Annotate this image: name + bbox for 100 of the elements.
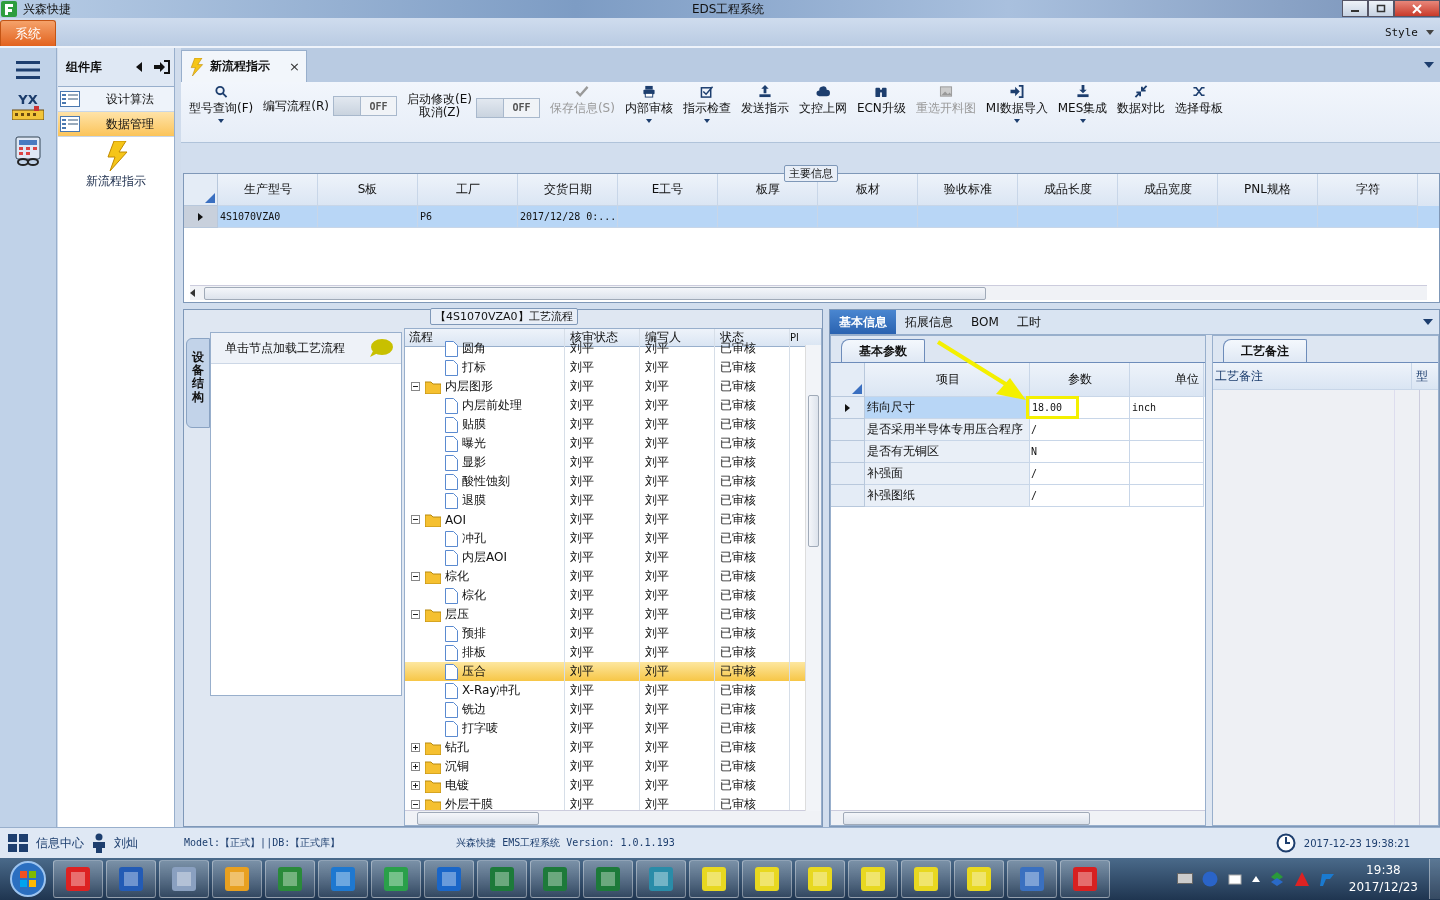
- taskbar-app-button[interactable]: [848, 860, 898, 898]
- taskbar-app-button[interactable]: [106, 860, 156, 898]
- caret-icon[interactable]: [1426, 29, 1434, 35]
- tab-close-button[interactable]: ×: [289, 59, 300, 74]
- toolbar-button[interactable]: 文控上网: [794, 82, 851, 117]
- table-row[interactable]: 是否采用半导体专用压合程序 /: [831, 419, 1205, 441]
- table-row[interactable]: 4S1070VZA0 P6 2017/12/28 0:...: [184, 206, 1439, 228]
- taskbar-app-button[interactable]: [265, 860, 315, 898]
- tree-row[interactable]: 显影 刘平 刘平 已审核: [405, 453, 805, 472]
- taskbar-app-button[interactable]: [212, 860, 262, 898]
- expand-icon[interactable]: [411, 743, 420, 752]
- start-button[interactable]: [9, 860, 47, 898]
- tree-row[interactable]: 冲孔 刘平 刘平 已审核: [405, 529, 805, 548]
- tree-row[interactable]: 内层前处理 刘平 刘平 已审核: [405, 396, 805, 415]
- minimize-button[interactable]: [1342, 0, 1368, 17]
- taskbar-app-button[interactable]: [1007, 860, 1057, 898]
- tree-row[interactable]: 内层AOI 刘平 刘平 已审核: [405, 548, 805, 567]
- tree-row[interactable]: AOI 刘平 刘平 已审核: [405, 510, 805, 529]
- taskbar-app-button[interactable]: [583, 860, 633, 898]
- table-row[interactable]: 补强面 /: [831, 463, 1205, 485]
- panel-tab[interactable]: 工艺备注: [1223, 339, 1307, 362]
- grid-icon[interactable]: [8, 834, 28, 852]
- taskbar-app-button[interactable]: [954, 860, 1004, 898]
- component-item[interactable]: 设计算法: [58, 87, 174, 112]
- show-hidden-icon[interactable]: [1251, 876, 1260, 882]
- taskbar-app-button[interactable]: [901, 860, 951, 898]
- info-center-link[interactable]: 信息中心: [36, 834, 84, 852]
- taskbar-app-button[interactable]: [742, 860, 792, 898]
- detail-tab[interactable]: BOM: [962, 310, 1008, 334]
- toolbar-button[interactable]: 型号查询(F): [185, 82, 258, 123]
- tree-row[interactable]: 铣边 刘平 刘平 已审核: [405, 700, 805, 719]
- table-row[interactable]: 是否有无铜区 N: [831, 441, 1205, 463]
- taskbar-app-button[interactable]: [530, 860, 580, 898]
- tree-row[interactable]: 电镀 刘平 刘平 已审核: [405, 776, 805, 795]
- taskbar-app-button[interactable]: [795, 860, 845, 898]
- toolbar-button[interactable]: MI数据导入: [981, 82, 1052, 123]
- lightning-icon[interactable]: [104, 141, 128, 171]
- tree-row[interactable]: 退膜 刘平 刘平 已审核: [405, 491, 805, 510]
- dropdown-icon[interactable]: [1424, 62, 1434, 68]
- factory-logo[interactable]: YX: [11, 94, 45, 120]
- taskbar-app-button[interactable]: [371, 860, 421, 898]
- toolbar-button[interactable]: 内部审核: [620, 82, 677, 123]
- tree-row[interactable]: 酸性蚀刻 刘平 刘平 已审核: [405, 472, 805, 491]
- expand-icon[interactable]: [411, 762, 420, 771]
- tree-row[interactable]: 沉铜 刘平 刘平 已审核: [405, 757, 805, 776]
- calculator-icon[interactable]: [14, 136, 42, 166]
- horizontal-scrollbar[interactable]: [190, 285, 1427, 300]
- panel-tab[interactable]: 基本参数: [841, 339, 925, 362]
- style-label[interactable]: Style: [1384, 25, 1418, 39]
- horizontal-scrollbar[interactable]: [831, 810, 1205, 825]
- collapse-icon[interactable]: [136, 62, 142, 72]
- tree-row[interactable]: 钻孔 刘平 刘平 已审核: [405, 738, 805, 757]
- toggle-switch[interactable]: OFF: [475, 97, 540, 118]
- document-tab[interactable]: 新流程指示 ×: [181, 50, 307, 82]
- dropdown-icon[interactable]: [1423, 319, 1433, 325]
- toolbar-button[interactable]: ECN升级: [852, 82, 910, 117]
- table-row[interactable]: 纬向尺寸 18.00 inch: [831, 397, 1205, 419]
- collapse-icon[interactable]: [411, 572, 420, 581]
- tree-row[interactable]: X-Ray冲孔 刘平 刘平 已审核: [405, 681, 805, 700]
- shortcut-label[interactable]: 新流程指示: [86, 173, 146, 190]
- tree-row[interactable]: 预排 刘平 刘平 已审核: [405, 624, 805, 643]
- taskbar-app-button[interactable]: [53, 860, 103, 898]
- taskbar-app-button[interactable]: [636, 860, 686, 898]
- taskbar-app-button[interactable]: [318, 860, 368, 898]
- expand-icon[interactable]: [411, 781, 420, 790]
- table-row[interactable]: 补强图纸 /: [831, 485, 1205, 507]
- sign-in-icon[interactable]: [154, 60, 170, 74]
- column-header[interactable]: 工艺备注: [1213, 363, 1412, 389]
- component-item[interactable]: 数据管理: [58, 112, 174, 137]
- taskbar-app-button[interactable]: [159, 860, 209, 898]
- toolbar-button[interactable]: 数据对比: [1113, 82, 1170, 117]
- corner-triangle-icon[interactable]: [205, 193, 215, 203]
- tree-row[interactable]: 压合 刘平 刘平 已审核: [405, 662, 805, 681]
- side-tab[interactable]: 设备结构: [186, 338, 210, 428]
- menu-icon[interactable]: [16, 60, 40, 80]
- close-button[interactable]: [1394, 0, 1440, 17]
- taskbar-app-button[interactable]: [689, 860, 739, 898]
- toolbar-button[interactable]: 发送指示: [736, 82, 793, 117]
- toolbar-button[interactable]: 指示检查: [678, 82, 735, 123]
- detail-tab[interactable]: 拓展信息: [896, 310, 962, 334]
- collapse-icon[interactable]: [411, 382, 420, 391]
- detail-tab[interactable]: 工时: [1007, 310, 1050, 334]
- toolbar-button[interactable]: 选择母板: [1171, 82, 1228, 117]
- maximize-button[interactable]: [1368, 0, 1394, 17]
- taskbar-app-button[interactable]: [477, 860, 527, 898]
- tree-row[interactable]: 棕化 刘平 刘平 已审核: [405, 567, 805, 586]
- taskbar-app-button[interactable]: [424, 860, 474, 898]
- corner-triangle-icon[interactable]: [852, 384, 862, 394]
- detail-tab[interactable]: 基本信息: [830, 310, 896, 334]
- column-header[interactable]: Pl: [790, 329, 807, 346]
- toggle-switch[interactable]: OFF: [332, 96, 397, 116]
- tree-row[interactable]: 曝光 刘平 刘平 已审核: [405, 434, 805, 453]
- tree-row[interactable]: 棕化 刘平 刘平 已审核: [405, 586, 805, 605]
- tree-row[interactable]: 打字唛 刘平 刘平 已审核: [405, 719, 805, 738]
- keyboard-icon[interactable]: [1176, 873, 1193, 885]
- horizontal-scrollbar[interactable]: [405, 810, 821, 825]
- tree-row[interactable]: 层压 刘平 刘平 已审核: [405, 605, 805, 624]
- vertical-scrollbar[interactable]: [805, 345, 821, 811]
- tree-row[interactable]: 贴膜 刘平 刘平 已审核: [405, 415, 805, 434]
- toolbar-button[interactable]: MES集成: [1053, 82, 1112, 123]
